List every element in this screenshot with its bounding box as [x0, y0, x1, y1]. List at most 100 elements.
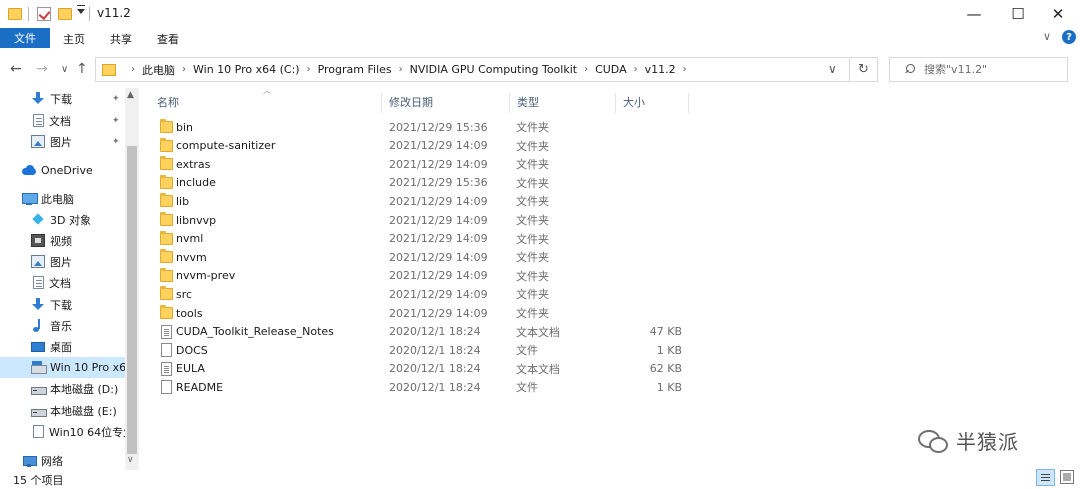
watermark: 半猿派 — [918, 426, 1019, 455]
breadcrumb-v11-2[interactable]: v11.2 — [645, 63, 676, 76]
folder-icon — [160, 193, 173, 208]
file-type: 文件夹 — [516, 307, 549, 320]
sidebar-item-label: 文档 — [49, 114, 71, 128]
column-header-date[interactable]: 修改日期 — [382, 91, 509, 113]
column-divider[interactable] — [688, 93, 689, 113]
file-row[interactable]: nvvm 2021/12/29 14:09 文件夹 — [150, 248, 690, 266]
search-box[interactable] — [889, 57, 1068, 82]
file-row[interactable]: bin 2021/12/29 15:36 文件夹 — [150, 118, 690, 136]
file-type: 文件夹 — [516, 195, 549, 209]
file-date: 2020/12/1 18:24 — [389, 380, 481, 394]
close-button[interactable]: ✕ — [1036, 0, 1080, 28]
search-icon — [904, 64, 915, 75]
sidebar-item[interactable]: 本地磁盘 (E:) — [0, 400, 125, 421]
sidebar-item-label: 下载 — [50, 92, 72, 106]
folder-icon — [160, 286, 173, 301]
chevron-right-icon[interactable]: › — [399, 64, 403, 75]
file-row[interactable]: CUDA_Toolkit_Release_Notes 2020/12/1 18:2… — [150, 323, 690, 341]
breadcrumb-this-pc[interactable]: 此电脑 — [142, 62, 175, 78]
tab-view[interactable]: 查看 — [157, 31, 179, 47]
chevron-right-icon[interactable]: › — [182, 64, 186, 75]
sidebar-item[interactable]: 本地磁盘 (D:) — [0, 378, 125, 399]
search-input[interactable] — [924, 63, 1064, 76]
column-header-size[interactable]: 大小 — [616, 91, 688, 113]
videos-icon — [31, 234, 45, 247]
sidebar-item[interactable]: 3D 对象 — [0, 209, 125, 230]
sidebar-item[interactable]: Win 10 Pro x64 — [0, 357, 125, 378]
address-dropdown-icon[interactable]: ∨ — [828, 62, 837, 76]
sidebar-item[interactable]: 图片 — [0, 251, 125, 272]
file-row[interactable]: compute-sanitizer 2021/12/29 14:09 文件夹 — [150, 137, 690, 155]
tab-home[interactable]: 主页 — [63, 31, 85, 47]
file-icon — [161, 343, 172, 358]
file-row[interactable]: DOCS 2020/12/1 18:24 文件 1 KB — [150, 341, 690, 359]
file-size: 47 KB — [649, 325, 682, 339]
help-icon[interactable]: ? — [1062, 30, 1076, 44]
network-icon — [22, 454, 37, 467]
scroll-up-icon[interactable]: ▲ — [127, 90, 134, 100]
breadcrumb-nvidia-toolkit[interactable]: NVIDIA GPU Computing Toolkit — [410, 63, 577, 76]
file-row[interactable]: EULA 2020/12/1 18:24 文本文档 62 KB — [150, 360, 690, 378]
sidebar-item-label: 网络 — [41, 454, 63, 468]
file-row[interactable]: include 2021/12/29 15:36 文件夹 — [150, 174, 690, 192]
back-arrow-icon[interactable]: ← — [10, 61, 22, 77]
minimize-button[interactable]: — — [952, 0, 996, 28]
up-arrow-icon[interactable]: ↑ — [76, 61, 88, 77]
chevron-right-icon[interactable]: › — [634, 64, 638, 75]
sidebar-item[interactable]: 下载 — [0, 294, 125, 315]
file-row[interactable]: README 2020/12/1 18:24 文件 1 KB — [150, 378, 690, 396]
sidebar-scrollbar-thumb[interactable] — [127, 146, 137, 454]
address-bar[interactable]: › 此电脑 › Win 10 Pro x64 (C:) › Program Fi… — [95, 57, 850, 82]
file-row[interactable]: src 2021/12/29 14:09 文件夹 — [150, 285, 690, 303]
sidebar-item[interactable]: 文档 ✦ — [0, 110, 125, 131]
sidebar-item[interactable]: 网络 — [0, 450, 125, 471]
sidebar-item[interactable]: 音乐 — [0, 315, 125, 336]
sidebar-item[interactable]: 文档 — [0, 272, 125, 293]
forward-arrow-icon[interactable]: → — [36, 61, 48, 77]
new-folder-icon[interactable] — [58, 8, 72, 20]
file-row[interactable]: tools 2021/12/29 14:09 文件夹 — [150, 304, 690, 322]
file-name: EULA — [176, 362, 205, 376]
breadcrumb-program-files[interactable]: Program Files — [318, 63, 392, 76]
file-date: 2021/12/29 15:36 — [389, 120, 488, 134]
chevron-right-icon[interactable]: › — [683, 64, 687, 75]
maximize-button[interactable]: ☐ — [996, 0, 1040, 28]
pictures-icon — [31, 255, 45, 268]
customize-toolbar-icon[interactable] — [77, 5, 85, 14]
file-row[interactable]: extras 2021/12/29 14:09 文件夹 — [150, 155, 690, 173]
file-type: 文件夹 — [516, 251, 549, 265]
tab-file[interactable]: 文件 — [0, 28, 50, 48]
chevron-right-icon[interactable]: › — [584, 64, 588, 75]
breadcrumb-drive-c[interactable]: Win 10 Pro x64 (C:) — [193, 63, 300, 76]
sidebar-item[interactable]: 此电脑 — [0, 188, 125, 209]
chevron-right-icon[interactable]: › — [307, 64, 311, 75]
properties-check-icon[interactable] — [37, 7, 51, 21]
folder-icon — [8, 8, 22, 20]
sidebar-item[interactable]: 视频 — [0, 230, 125, 251]
file-row[interactable]: lib 2021/12/29 14:09 文件夹 — [150, 192, 690, 210]
file-row[interactable]: nvvm-prev 2021/12/29 14:09 文件夹 — [150, 267, 690, 285]
folder-icon — [160, 137, 173, 152]
sidebar-item[interactable]: 桌面 — [0, 336, 125, 357]
sidebar-item[interactable]: 图片 ✦ — [0, 131, 125, 152]
refresh-button[interactable]: ↻ — [850, 57, 878, 82]
breadcrumb-cuda[interactable]: CUDA — [595, 63, 627, 76]
sidebar-item-label: 3D 对象 — [50, 213, 91, 227]
file-name: libnvvp — [176, 213, 217, 227]
sidebar-item[interactable]: 下载 ✦ — [0, 88, 125, 109]
file-row[interactable]: nvml 2021/12/29 14:09 文件夹 — [150, 230, 690, 248]
large-icons-view-icon[interactable] — [1060, 470, 1074, 484]
scroll-down-icon[interactable]: ∨ — [127, 455, 134, 465]
dvd-drive-icon — [33, 425, 44, 438]
sidebar-item[interactable]: Win10 64位专业 — [0, 421, 125, 442]
pin-icon: ✦ — [112, 115, 120, 126]
file-row[interactable]: libnvvp 2021/12/29 14:09 文件夹 — [150, 211, 690, 229]
recent-locations-icon[interactable]: ∨ — [61, 64, 68, 75]
column-header-type[interactable]: 类型 — [510, 91, 615, 113]
tab-share[interactable]: 共享 — [110, 31, 132, 47]
ribbon-expand-icon[interactable]: ∨ — [1043, 30, 1051, 43]
details-view-icon[interactable] — [1036, 469, 1055, 486]
sidebar-item[interactable]: OneDrive — [0, 160, 125, 181]
file-date: 2020/12/1 18:24 — [389, 362, 481, 376]
sidebar-item-label: Win 10 Pro x64 — [50, 361, 125, 374]
